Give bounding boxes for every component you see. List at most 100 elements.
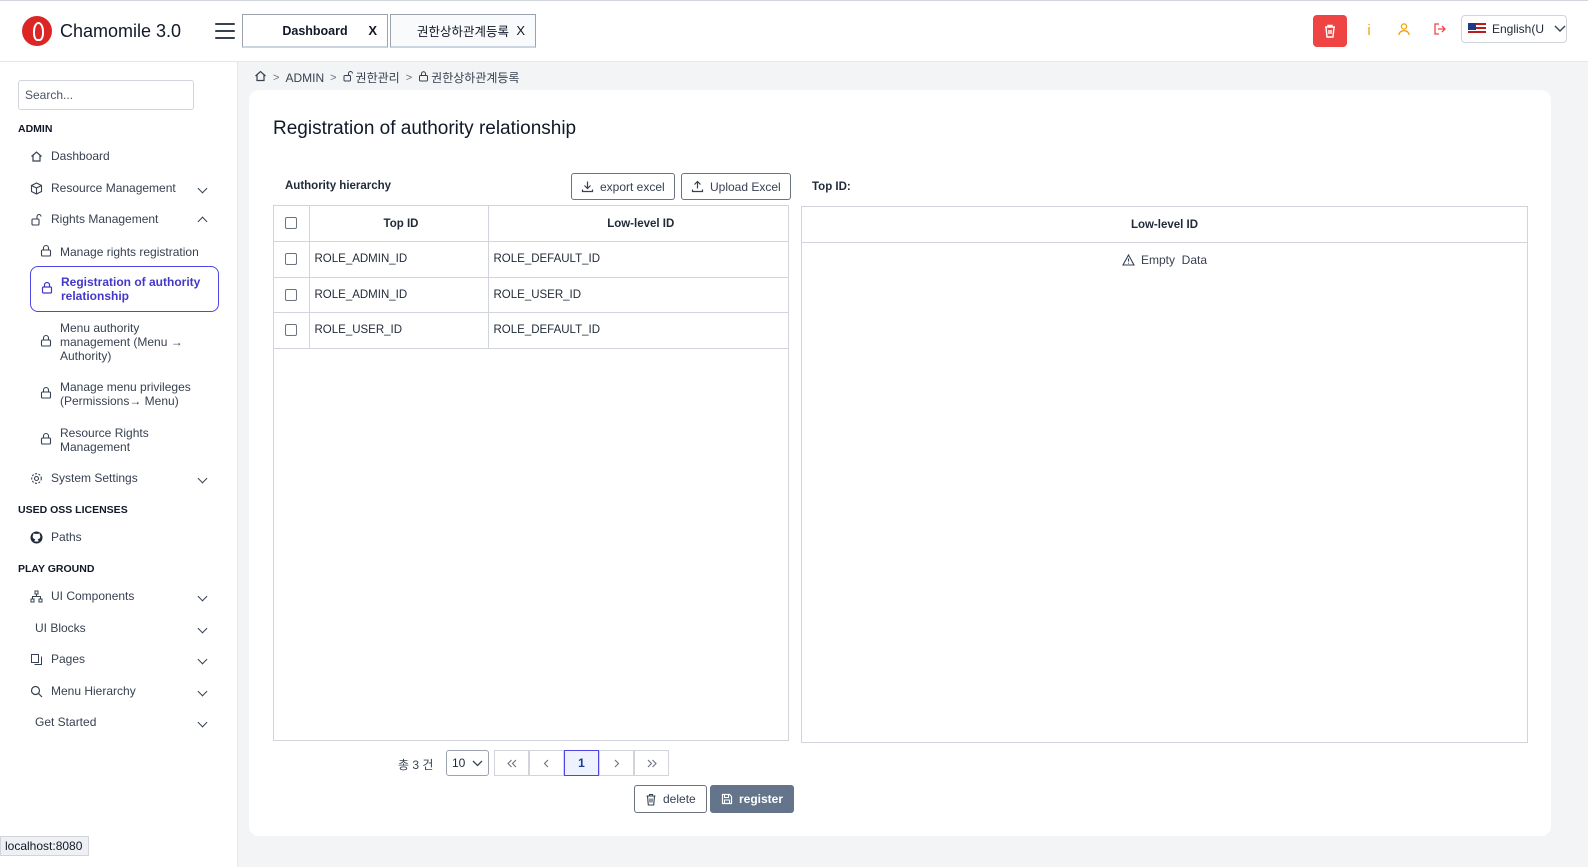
sidebar-item-label: Manage menu privileges (Permissions→ Men… [60, 380, 191, 408]
search-icon [30, 685, 43, 698]
breadcrumb-item: 권한상하관계등록 [431, 71, 520, 85]
sidebar-item-manage-rights-registration[interactable]: Manage rights registration [40, 244, 210, 260]
tab-close-button[interactable]: X [368, 23, 377, 38]
cell-top-id[interactable]: ROLE_ADMIN_ID [309, 241, 489, 278]
search-input[interactable] [18, 80, 194, 110]
upload-excel-button[interactable]: Upload Excel [681, 173, 791, 200]
main-card: Registration of authority relationship A… [249, 90, 1551, 836]
cell-top-id[interactable]: ROLE_USER_ID [309, 312, 489, 349]
sidebar-item-label: Get Started [35, 715, 97, 729]
page-button-1[interactable]: 1 [564, 750, 599, 776]
table-header-row: Top ID Low-level ID [274, 206, 788, 242]
prev-page-button[interactable] [529, 750, 564, 776]
next-page-button[interactable] [599, 750, 634, 776]
sidebar-item-manage-menu-privileges[interactable]: Manage menu privileges (Permissions→ Men… [40, 380, 210, 408]
sidebar-item-menu-authority-management[interactable]: Menu authority management (Menu → Author… [40, 321, 210, 363]
select-all-cell [274, 206, 310, 242]
page-size-select[interactable]: 10 [446, 750, 489, 776]
row-select-cell [274, 241, 310, 278]
last-page-button[interactable] [634, 750, 669, 776]
sidebar-item-label: Resource Rights Management [60, 426, 149, 454]
lock-icon [40, 432, 52, 448]
sidebar-item-system-settings[interactable]: System Settings [30, 471, 218, 485]
column-header-top-id[interactable]: Top ID [309, 206, 489, 242]
upload-icon [691, 180, 704, 193]
app-logo[interactable]: Chamomile 3.0 [22, 16, 181, 46]
save-icon [721, 793, 733, 805]
first-page-button[interactable] [494, 750, 529, 776]
cell-low-id[interactable]: ROLE_USER_ID [488, 277, 788, 313]
chevron-down-icon [1554, 25, 1566, 32]
export-excel-button[interactable]: export excel [571, 173, 675, 200]
breadcrumb-item[interactable]: ADMIN [285, 71, 324, 85]
sidebar-item-dashboard[interactable]: Dashboard [30, 149, 218, 163]
breadcrumb-item[interactable]: 권한관리 [356, 69, 400, 86]
pages-icon [30, 653, 43, 666]
column-header-low-id[interactable]: Low-level ID [488, 206, 788, 242]
info-icon[interactable]: i [1360, 22, 1378, 40]
sidebar-item-label: Paths [51, 530, 82, 544]
tab-dashboard[interactable]: Dashboard X [242, 14, 388, 48]
sidebar-item-ui-blocks[interactable]: UI Blocks [35, 621, 218, 635]
user-icon[interactable] [1395, 22, 1413, 40]
sidebar-item-label: Manage rights registration [60, 245, 199, 259]
cube-icon [30, 181, 43, 195]
unlock-icon [343, 70, 354, 85]
trash-icon [646, 793, 656, 806]
cell-top-id[interactable]: ROLE_ADMIN_ID [309, 277, 489, 313]
low-level-id-grid: Low-level ID Empty Data [801, 206, 1528, 743]
top-id-label: Top ID: [812, 181, 851, 193]
chevron-down-icon [197, 473, 208, 483]
table-row[interactable]: ROLE_ADMIN_ID ROLE_DEFAULT_ID [274, 241, 788, 278]
clear-cache-button[interactable] [1313, 15, 1347, 47]
sidebar-item-pages[interactable]: Pages [30, 652, 218, 666]
row-checkbox[interactable] [285, 288, 298, 301]
tab-close-button[interactable]: X [516, 23, 525, 38]
section-title-oss: USED OSS LICENSES [18, 504, 128, 516]
sidebar-item-registration-authority-relationship[interactable]: Registration of authority relationship [30, 266, 219, 312]
select-all-checkbox[interactable] [285, 217, 298, 230]
hamburger-menu-icon[interactable] [215, 23, 235, 39]
logout-icon[interactable] [1431, 22, 1449, 40]
page-title: Registration of authority relationship [273, 118, 577, 139]
lock-icon [418, 70, 429, 85]
row-select-cell [274, 312, 310, 349]
sidebar-item-label: Dashboard [51, 149, 110, 163]
table-row[interactable]: ROLE_USER_ID ROLE_DEFAULT_ID [274, 312, 788, 349]
sidebar-item-label: Registration of authority relationship [61, 275, 201, 303]
sidebar: ADMIN Dashboard Resource Management Righ… [0, 62, 238, 867]
cell-low-id[interactable]: ROLE_DEFAULT_ID [488, 241, 788, 278]
sidebar-item-rights-management[interactable]: Rights Management [30, 212, 218, 226]
total-count: 총 3 건 [398, 758, 434, 772]
chevron-left-icon [543, 759, 549, 767]
delete-label: delete [663, 792, 696, 806]
chevron-down-icon [197, 717, 208, 727]
authority-hierarchy-label: Authority hierarchy [285, 180, 392, 192]
authority-hierarchy-grid: Top ID Low-level ID ROLE_ADMIN_ID ROLE_D… [273, 205, 789, 741]
sidebar-item-label: System Settings [51, 471, 138, 485]
chevron-down-icon [197, 686, 208, 696]
cell-low-id[interactable]: ROLE_DEFAULT_ID [488, 312, 788, 349]
language-select[interactable]: English(U [1461, 15, 1567, 43]
sidebar-item-menu-hierarchy[interactable]: Menu Hierarchy [30, 684, 218, 698]
lock-icon [40, 386, 52, 402]
register-button[interactable]: register [710, 785, 795, 813]
table-row[interactable]: ROLE_ADMIN_ID ROLE_USER_ID [274, 277, 788, 313]
sidebar-item-paths[interactable]: Paths [30, 530, 218, 544]
sidebar-item-get-started[interactable]: Get Started [35, 715, 218, 729]
breadcrumb: > ADMIN > 권한관리 > 권한상하관계등록 [254, 69, 519, 86]
column-header-low-level-id[interactable]: Low-level ID [802, 207, 1527, 243]
lock-icon [40, 244, 52, 260]
sidebar-item-label: Rights Management [51, 212, 159, 226]
sidebar-item-resource-management[interactable]: Resource Management [30, 181, 218, 195]
tab-authority-relationship[interactable]: 권한상하관계등록 X [390, 14, 536, 48]
lock-icon [41, 281, 53, 297]
home-icon[interactable] [254, 70, 267, 85]
sidebar-item-resource-rights-management[interactable]: Resource Rights Management [40, 426, 210, 454]
us-flag-icon [1468, 23, 1486, 35]
delete-button[interactable]: delete [634, 785, 707, 813]
row-checkbox[interactable] [285, 253, 298, 266]
sidebar-item-ui-components[interactable]: UI Components [30, 589, 218, 603]
row-checkbox[interactable] [285, 324, 298, 337]
register-label: register [739, 792, 784, 806]
